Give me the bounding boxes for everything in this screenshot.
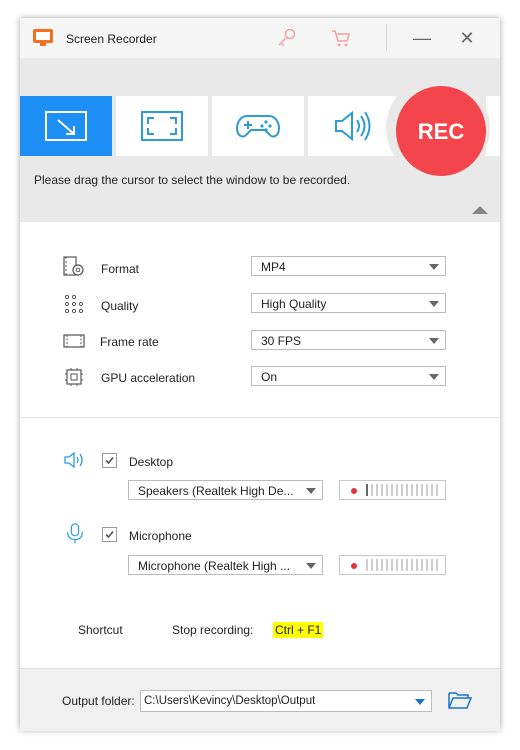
microphone-volume-meter bbox=[339, 555, 446, 575]
desktop-device-select[interactable]: Speakers (Realtek High De... bbox=[128, 480, 323, 500]
region-select-icon bbox=[45, 111, 87, 141]
rec-button[interactable]: REC bbox=[396, 86, 486, 176]
format-value: MP4 bbox=[261, 260, 286, 274]
close-button[interactable]: ✕ bbox=[455, 26, 479, 50]
tab-fullscreen[interactable] bbox=[116, 96, 208, 156]
titlebar-divider bbox=[386, 24, 387, 50]
quality-value: High Quality bbox=[261, 297, 327, 311]
checkmark-icon bbox=[105, 456, 114, 465]
speaker-icon bbox=[335, 110, 371, 142]
gpu-label: GPU acceleration bbox=[101, 371, 196, 385]
frame-rate-icon bbox=[63, 334, 85, 348]
desktop-checkbox[interactable] bbox=[102, 453, 117, 468]
tab-region[interactable] bbox=[20, 96, 112, 156]
microphone-label: Microphone bbox=[129, 529, 192, 543]
window-title: Screen Recorder bbox=[66, 32, 157, 46]
desktop-volume-meter bbox=[339, 480, 446, 500]
gpu-value: On bbox=[261, 370, 278, 384]
level-bars bbox=[366, 559, 441, 571]
output-path-value: C:\Users\Kevincy\Desktop\Output bbox=[144, 695, 316, 707]
key-icon[interactable] bbox=[276, 27, 298, 49]
chevron-down-icon bbox=[429, 264, 439, 270]
gpu-chip-icon bbox=[65, 368, 83, 386]
chevron-down-icon bbox=[429, 338, 439, 344]
quality-select[interactable]: High Quality bbox=[251, 293, 446, 313]
fullscreen-icon bbox=[141, 111, 183, 141]
checkmark-icon bbox=[105, 530, 114, 539]
desktop-audio-icon bbox=[64, 451, 83, 469]
chevron-down-icon bbox=[415, 699, 425, 705]
format-select[interactable]: MP4 bbox=[251, 256, 446, 276]
desktop-label: Desktop bbox=[129, 455, 174, 469]
format-icon bbox=[63, 256, 84, 276]
cart-icon[interactable] bbox=[330, 27, 352, 49]
microphone-checkbox[interactable] bbox=[102, 527, 117, 542]
desktop-device-value: Speakers (Realtek High De... bbox=[138, 484, 294, 498]
shortcut-label: Shortcut bbox=[78, 623, 123, 637]
open-folder-icon[interactable] bbox=[448, 690, 472, 710]
stop-recording-hotkey[interactable]: Ctrl + F1 bbox=[273, 622, 324, 638]
quality-label: Quality bbox=[101, 299, 139, 313]
quality-icon bbox=[64, 294, 84, 314]
hint-text: Please drag the cursor to select the win… bbox=[34, 173, 351, 187]
section-divider bbox=[20, 417, 500, 418]
record-dot-icon bbox=[351, 563, 357, 569]
record-dot-icon bbox=[351, 488, 357, 494]
frame-rate-label: Frame rate bbox=[100, 335, 159, 349]
tab-game[interactable] bbox=[212, 96, 304, 156]
microphone-icon bbox=[67, 523, 83, 544]
title-bar: Screen Recorder — ✕ bbox=[20, 18, 500, 58]
chevron-down-icon bbox=[306, 563, 316, 569]
minimize-button[interactable]: — bbox=[410, 26, 434, 50]
output-folder-label: Output folder: bbox=[62, 694, 135, 708]
chevron-down-icon bbox=[429, 374, 439, 380]
frame-rate-select[interactable]: 30 FPS bbox=[251, 330, 446, 350]
microphone-device-select[interactable]: Microphone (Realtek High ... bbox=[128, 555, 323, 575]
gpu-select[interactable]: On bbox=[251, 366, 446, 386]
chevron-down-icon bbox=[306, 488, 316, 494]
frame-rate-value: 30 FPS bbox=[261, 334, 302, 348]
format-label: Format bbox=[101, 262, 140, 276]
collapse-arrow-icon[interactable] bbox=[472, 206, 488, 214]
stop-recording-label: Stop recording: bbox=[172, 623, 254, 637]
level-bars bbox=[366, 484, 441, 496]
screen-recorder-window: Screen Recorder — ✕ REC Please drag the … bbox=[20, 18, 500, 731]
microphone-device-value: Microphone (Realtek High ... bbox=[138, 559, 291, 573]
output-path-field[interactable]: C:\Users\Kevincy\Desktop\Output bbox=[140, 690, 432, 712]
chevron-down-icon bbox=[429, 301, 439, 307]
app-logo-icon bbox=[33, 29, 53, 46]
gamepad-icon bbox=[235, 115, 281, 138]
